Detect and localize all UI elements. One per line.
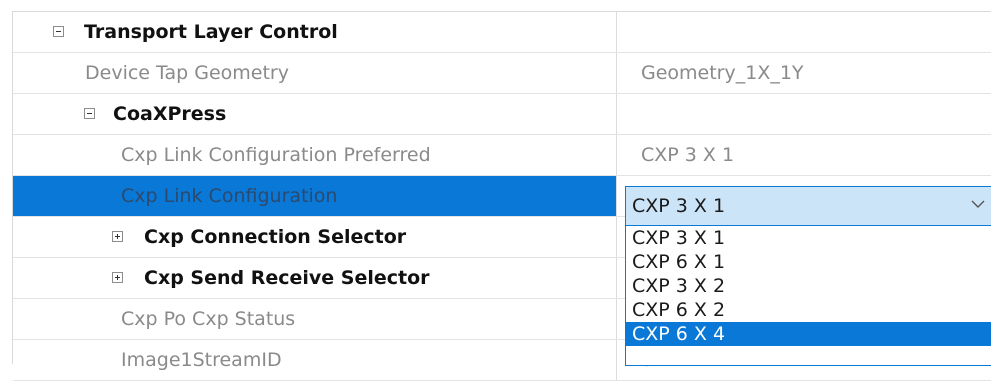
property-name-cell: Cxp Connection Selector (13, 217, 617, 257)
property-value-cell: Geometry_1X_1Y (617, 53, 991, 93)
property-name-cell: CoaXPress (13, 94, 617, 134)
dropdown-option[interactable]: CXP 3 X 1 (626, 226, 991, 250)
link-configuration-combobox[interactable]: CXP 3 X 1 (625, 186, 991, 226)
property-name-cell: Cxp Link Configuration (13, 176, 617, 216)
property-label: Cxp Po Cxp Status (121, 308, 296, 330)
property-value: CXP 3 X 1 (641, 144, 735, 166)
property-row-cxp-link-configuration-preferred[interactable]: Cxp Link Configuration Preferred CXP 3 X… (13, 135, 991, 176)
property-label: Cxp Link Configuration (121, 185, 338, 207)
property-name-cell: Cxp Link Configuration Preferred (13, 135, 617, 175)
category-row-transport-layer-control[interactable]: Transport Layer Control (13, 12, 991, 53)
property-label: Cxp Link Configuration Preferred (121, 144, 431, 166)
category-label: Transport Layer Control (84, 21, 338, 43)
collapse-icon[interactable] (84, 108, 95, 119)
property-name-cell: Cxp Po Cxp Status (13, 299, 617, 339)
category-label: Cxp Send Receive Selector (144, 267, 430, 289)
property-label: Device Tap Geometry (85, 62, 289, 84)
expand-icon[interactable] (112, 272, 123, 283)
property-value: Geometry_1X_1Y (641, 62, 804, 84)
property-name-cell: Transport Layer Control (13, 12, 617, 52)
property-label: Image1StreamID (121, 349, 282, 371)
property-name-cell: Image1StreamID (13, 340, 617, 380)
category-row-coaxpress[interactable]: CoaXPress (13, 94, 991, 135)
property-value-cell: CXP 3 X 1 (617, 135, 991, 175)
chevron-down-icon[interactable] (969, 195, 987, 213)
link-configuration-dropdown-list: CXP 3 X 1 CXP 6 X 1 CXP 3 X 2 CXP 6 X 2 … (625, 226, 991, 366)
dropdown-option[interactable]: CXP 6 X 1 (626, 250, 991, 274)
property-value-cell (617, 94, 991, 134)
combobox-value: CXP 3 X 1 (632, 195, 726, 217)
expand-icon[interactable] (112, 231, 123, 242)
property-name-cell: Cxp Send Receive Selector (13, 258, 617, 298)
property-grid: Transport Layer Control Device Tap Geome… (12, 11, 991, 381)
category-label: Cxp Connection Selector (144, 226, 407, 248)
dropdown-option[interactable]: CXP 3 X 2 (626, 274, 991, 298)
property-name-cell: Device Tap Geometry (13, 53, 617, 93)
category-label: CoaXPress (113, 103, 227, 125)
property-row-device-tap-geometry[interactable]: Device Tap Geometry Geometry_1X_1Y (13, 53, 991, 94)
dropdown-option-highlighted[interactable]: CXP 6 X 4 (626, 322, 991, 346)
collapse-icon[interactable] (53, 26, 64, 37)
dropdown-option[interactable]: CXP 6 X 2 (626, 298, 991, 322)
property-value-cell (617, 12, 991, 52)
